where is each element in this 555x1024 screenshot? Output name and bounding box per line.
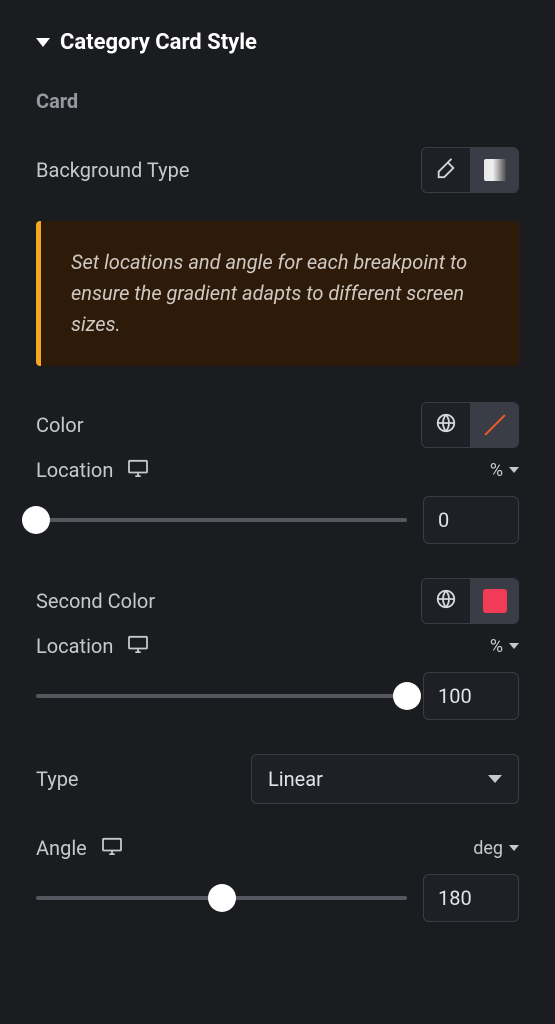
slider-thumb[interactable] bbox=[208, 884, 236, 912]
type-row: Type Linear bbox=[36, 754, 519, 804]
slider-thumb[interactable] bbox=[22, 506, 50, 534]
angle-value: 180 bbox=[438, 886, 472, 910]
slider-track bbox=[36, 694, 407, 698]
global-second-color-button[interactable] bbox=[422, 579, 470, 623]
type-value: Linear bbox=[268, 767, 323, 791]
angle-row: Angle deg bbox=[36, 836, 519, 860]
gradient-icon bbox=[484, 159, 506, 181]
location1-slider[interactable] bbox=[36, 506, 407, 534]
angle-label: Angle bbox=[36, 836, 87, 860]
caret-down-icon bbox=[36, 38, 50, 47]
location1-unit-select[interactable]: % bbox=[490, 460, 519, 481]
color-swatch-icon bbox=[483, 589, 507, 613]
globe-icon bbox=[435, 412, 457, 439]
second-color-row: Second Color bbox=[36, 578, 519, 624]
location2-value: 100 bbox=[438, 684, 472, 708]
monitor-icon[interactable] bbox=[101, 836, 123, 860]
second-color-controls bbox=[421, 578, 519, 624]
color-row: Color bbox=[36, 402, 519, 448]
second-color-label: Second Color bbox=[36, 589, 155, 613]
location1-value: 0 bbox=[438, 508, 449, 532]
slider-track bbox=[36, 518, 407, 522]
location2-value-input[interactable]: 100 bbox=[423, 672, 519, 720]
color-controls bbox=[421, 402, 519, 448]
type-select[interactable]: Linear bbox=[251, 754, 519, 804]
location2-row: Location % bbox=[36, 634, 519, 658]
empty-swatch-icon bbox=[484, 414, 505, 435]
monitor-icon[interactable] bbox=[127, 634, 149, 658]
globe-icon bbox=[435, 588, 457, 615]
gradient-notice: Set locations and angle for each breakpo… bbox=[36, 221, 519, 366]
global-color-button[interactable] bbox=[422, 403, 470, 447]
angle-slider[interactable] bbox=[36, 884, 407, 912]
chevron-down-icon bbox=[488, 775, 502, 783]
location1-row: Location % bbox=[36, 458, 519, 482]
chevron-down-icon bbox=[509, 467, 519, 473]
location2-unit-select[interactable]: % bbox=[490, 636, 519, 657]
angle-unit-select[interactable]: deg bbox=[473, 838, 519, 859]
section-title: Category Card Style bbox=[60, 30, 257, 55]
monitor-icon[interactable] bbox=[127, 458, 149, 482]
background-classic-button[interactable] bbox=[422, 148, 470, 192]
location1-unit: % bbox=[490, 460, 503, 481]
card-subheader: Card bbox=[36, 89, 519, 113]
location2-slider[interactable] bbox=[36, 682, 407, 710]
background-type-group bbox=[421, 147, 519, 193]
background-type-row: Background Type bbox=[36, 147, 519, 193]
type-label: Type bbox=[36, 767, 79, 791]
location2-label: Location bbox=[36, 634, 113, 658]
angle-unit: deg bbox=[473, 838, 503, 859]
chevron-down-icon bbox=[509, 643, 519, 649]
slider-thumb[interactable] bbox=[393, 682, 421, 710]
background-type-label: Background Type bbox=[36, 158, 189, 182]
section-header[interactable]: Category Card Style bbox=[36, 30, 519, 55]
background-gradient-button[interactable] bbox=[470, 148, 518, 192]
location1-value-input[interactable]: 0 bbox=[423, 496, 519, 544]
location1-label: Location bbox=[36, 458, 113, 482]
second-color-swatch-button[interactable] bbox=[470, 579, 518, 623]
color-swatch-button[interactable] bbox=[470, 403, 518, 447]
location2-unit: % bbox=[490, 636, 503, 657]
angle-value-input[interactable]: 180 bbox=[423, 874, 519, 922]
chevron-down-icon bbox=[509, 845, 519, 851]
color-label: Color bbox=[36, 413, 83, 437]
brush-icon bbox=[435, 157, 457, 184]
